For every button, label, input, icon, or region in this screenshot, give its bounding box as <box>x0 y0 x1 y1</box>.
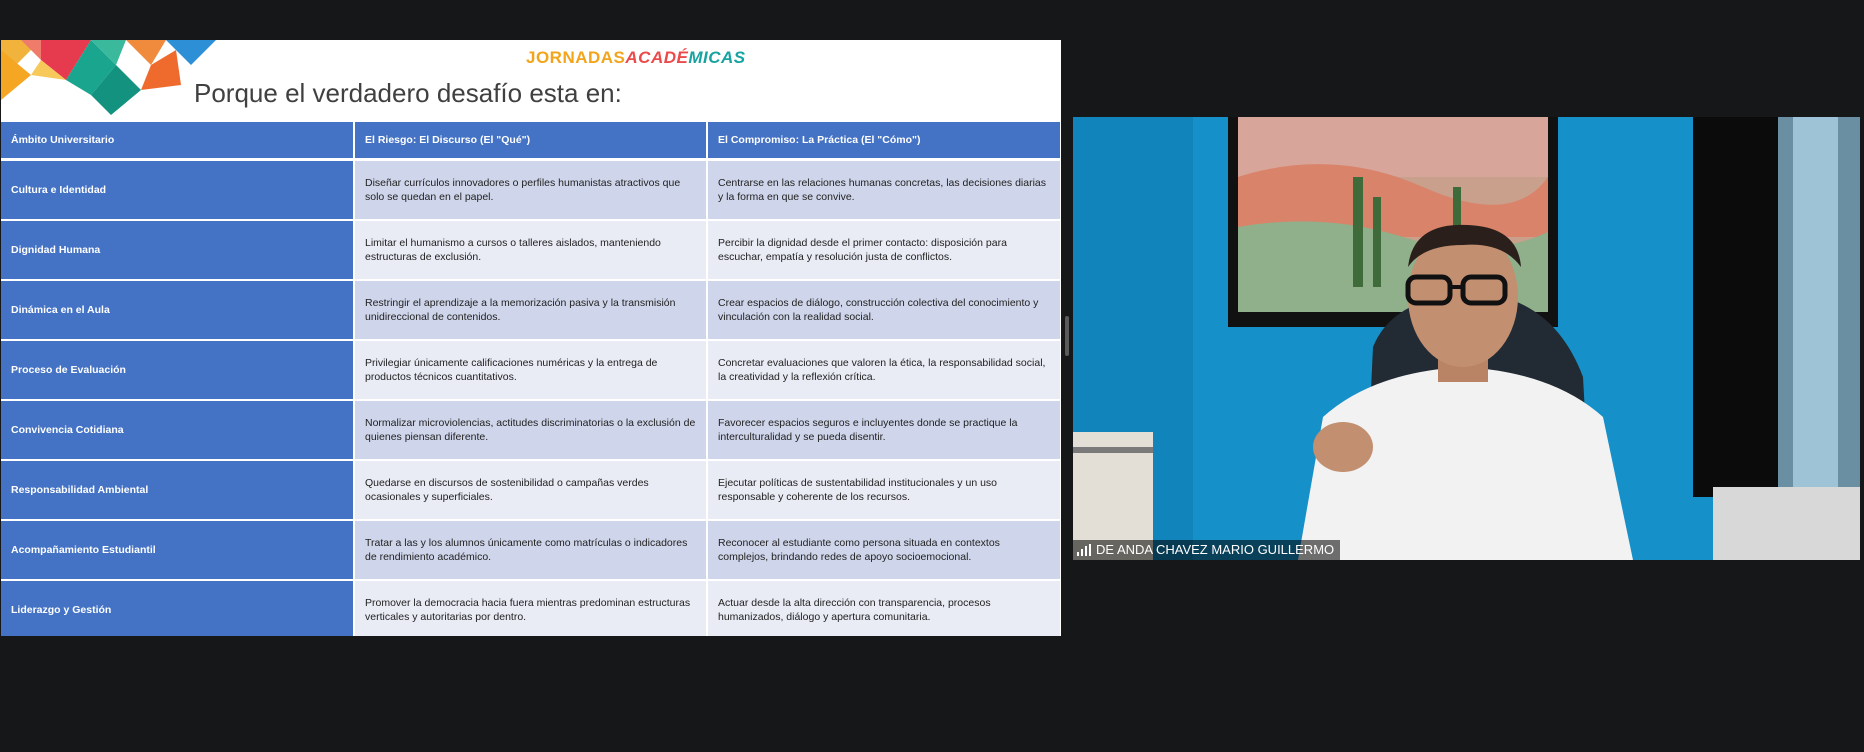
slide-title: Porque el verdadero desafío esta en: <box>194 78 622 108</box>
row-area: Convivencia Cotidiana <box>1 400 355 461</box>
view-splitter-handle[interactable] <box>1065 316 1069 356</box>
row-area: Dinámica en el Aula <box>1 280 355 341</box>
row-commitment: Centrarse en las relaciones humanas conc… <box>707 159 1061 221</box>
row-commitment: Actuar desde la alta dirección con trans… <box>707 580 1061 636</box>
jornadas-academicas-logo: JORNADASACADÉMICAS <box>526 48 746 67</box>
row-area: Proceso de Evaluación <box>1 340 355 401</box>
row-commitment: Percibir la dignidad desde el primer con… <box>707 220 1061 281</box>
shared-slide: JORNADASACADÉMICAS Porque el verdadero d… <box>1 40 1061 636</box>
row-commitment: Crear espacios de diálogo, construcción … <box>707 280 1061 341</box>
row-commitment: Favorecer espacios seguros e incluyentes… <box>707 400 1061 461</box>
signal-bars-icon <box>1077 544 1091 556</box>
row-risk: Privilegiar únicamente calificaciones nu… <box>354 340 708 401</box>
table-row: Liderazgo y Gestión Promover la democrac… <box>1 580 1061 636</box>
table-row: Cultura e Identidad Diseñar currículos i… <box>1 159 1061 221</box>
row-area: Responsabilidad Ambiental <box>1 460 355 521</box>
header-compromiso: El Compromiso: La Práctica (El "Cómo") <box>707 122 1061 161</box>
participant-name-tag: DE ANDA CHAVEZ MARIO GUILLERMO <box>1073 540 1341 560</box>
row-risk: Restringir el aprendizaje a la memorizac… <box>354 280 708 341</box>
row-risk: Normalizar microviolencias, actitudes di… <box>354 400 708 461</box>
row-area: Liderazgo y Gestión <box>1 580 355 636</box>
table-row: Responsabilidad Ambiental Quedarse en di… <box>1 460 1061 521</box>
video-frame <box>1073 117 1860 560</box>
header-riesgo: El Riesgo: El Discurso (El "Qué") <box>354 122 708 161</box>
row-risk: Tratar a las y los alumnos únicamente co… <box>354 520 708 581</box>
participant-name: DE ANDA CHAVEZ MARIO GUILLERMO <box>1096 542 1335 557</box>
row-commitment: Ejecutar políticas de sustentabilidad in… <box>707 460 1061 521</box>
row-commitment: Concretar evaluaciones que valoren la ét… <box>707 340 1061 401</box>
row-area: Dignidad Humana <box>1 220 355 281</box>
table-row: Proceso de Evaluación Privilegiar únicam… <box>1 340 1061 401</box>
table-row: Acompañamiento Estudiantil Tratar a las … <box>1 520 1061 581</box>
participant-video[interactable] <box>1073 117 1860 560</box>
table-header-row: Ámbito Universitario El Riesgo: El Discu… <box>1 122 1061 161</box>
comparison-table: Ámbito Universitario El Riesgo: El Discu… <box>1 122 1061 636</box>
table-row: Convivencia Cotidiana Normalizar microvi… <box>1 400 1061 461</box>
table-row: Dinámica en el Aula Restringir el aprend… <box>1 280 1061 341</box>
row-risk: Promover la democracia hacia fuera mient… <box>354 580 708 636</box>
row-commitment: Reconocer al estudiante como persona sit… <box>707 520 1061 581</box>
header-ambito: Ámbito Universitario <box>1 122 355 161</box>
row-area: Cultura e Identidad <box>1 159 355 221</box>
row-area: Acompañamiento Estudiantil <box>1 520 355 581</box>
row-risk: Limitar el humanismo a cursos o talleres… <box>354 220 708 281</box>
row-risk: Quedarse en discursos de sostenibilidad … <box>354 460 708 521</box>
row-risk: Diseñar currículos innovadores o perfile… <box>354 159 708 221</box>
table-row: Dignidad Humana Limitar el humanismo a c… <box>1 220 1061 281</box>
